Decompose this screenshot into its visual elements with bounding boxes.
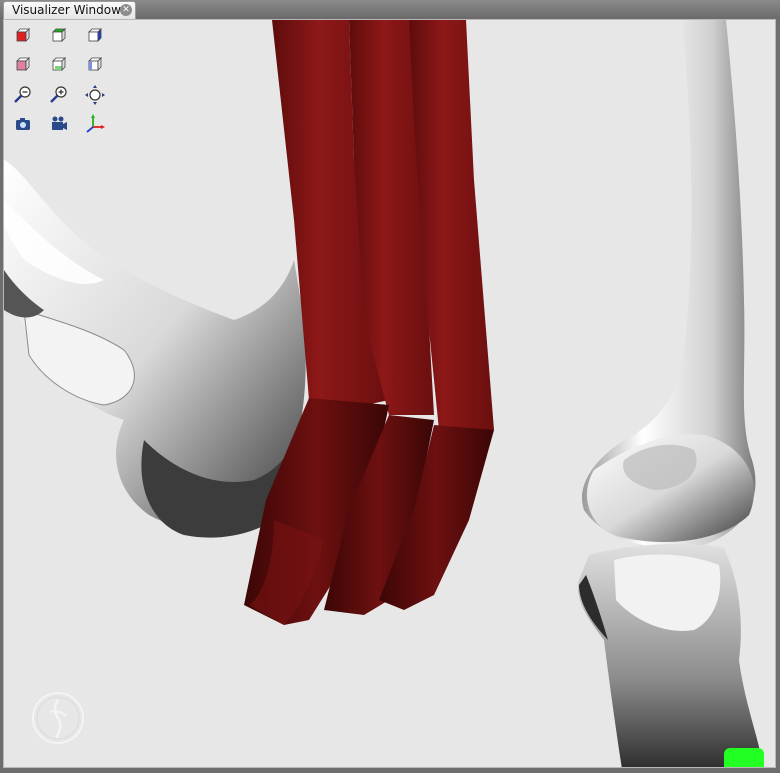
cube-pink-face-icon xyxy=(16,57,30,71)
view-back-button[interactable] xyxy=(12,55,34,77)
axes-toggle-button[interactable] xyxy=(84,113,106,135)
3d-scene xyxy=(4,20,764,767)
tab-bar: Visualizer Window ✕ xyxy=(0,0,780,19)
fit-view-button[interactable] xyxy=(84,84,106,106)
right-femur xyxy=(582,20,756,549)
movie-camera-icon xyxy=(52,116,67,130)
view-left-button[interactable] xyxy=(84,55,106,77)
3d-viewport[interactable] xyxy=(3,19,776,768)
view-right-button[interactable] xyxy=(84,26,106,48)
record-movie-button[interactable] xyxy=(48,113,70,135)
cube-green-face-icon xyxy=(52,28,66,42)
tab-title: Visualizer Window xyxy=(12,3,121,17)
zoom-out-button[interactable] xyxy=(12,84,34,106)
camera-icon xyxy=(16,118,30,130)
cube-lightgreen-face-icon xyxy=(52,57,66,71)
green-marker xyxy=(724,748,764,767)
left-bone xyxy=(4,160,306,538)
snapshot-button[interactable] xyxy=(12,113,34,135)
view-front-button[interactable] xyxy=(12,26,34,48)
tab-visualizer-window[interactable]: Visualizer Window ✕ xyxy=(3,1,136,19)
zoom-in-icon xyxy=(50,86,67,103)
watermark-logo-icon xyxy=(32,692,84,744)
view-top-button[interactable] xyxy=(48,26,70,48)
close-icon[interactable]: ✕ xyxy=(120,4,132,16)
visualizer-window: Visualizer Window ✕ xyxy=(0,0,780,773)
zoom-in-button[interactable] xyxy=(48,84,70,106)
view-bottom-button[interactable] xyxy=(48,55,70,77)
axes-icon xyxy=(86,114,105,133)
zoom-out-icon xyxy=(14,86,31,103)
cube-red-face-icon xyxy=(16,28,30,42)
cube-blue-face-icon xyxy=(88,28,102,42)
cube-lightblue-face-icon xyxy=(88,57,102,71)
right-tibia xyxy=(578,544,764,767)
fit-to-view-icon xyxy=(85,85,105,105)
